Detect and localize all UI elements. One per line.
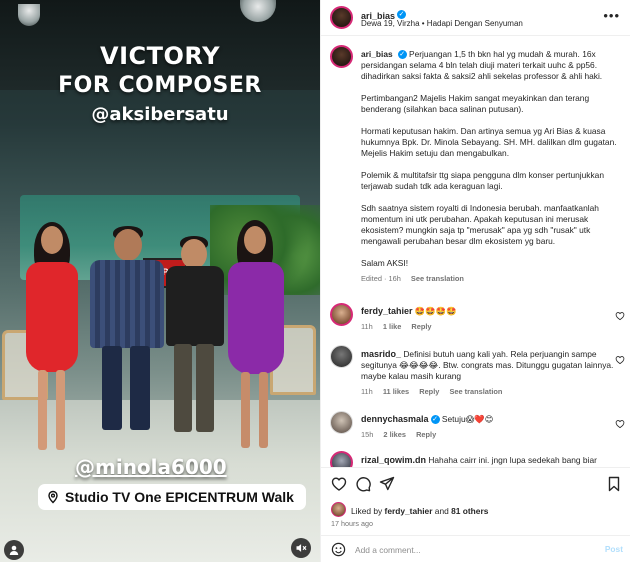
emoji-smiley-icon[interactable]	[331, 542, 346, 557]
heart-icon[interactable]	[615, 355, 625, 365]
liker-avatar[interactable]	[331, 502, 346, 517]
post-details-panel: ari_bias ✓ Dewa 19, Virzha • Hadapi Denga…	[320, 0, 630, 562]
media-mention-tag[interactable]: @aksibersatu	[0, 104, 320, 125]
post-comment-button[interactable]: Post	[605, 544, 623, 554]
user-icon	[9, 545, 19, 555]
comment-likes[interactable]: 1 like	[383, 322, 402, 331]
comment-username[interactable]: ferdy_tahier	[361, 306, 413, 316]
verified-badge-icon: ✓	[397, 10, 407, 20]
verified-badge-icon: ✓	[430, 415, 440, 425]
like-heart-icon[interactable]	[331, 476, 347, 492]
commenter-avatar[interactable]	[330, 451, 353, 467]
likes-summary: Liked by ferdy_tahier and 81 others	[351, 506, 488, 516]
mute-button[interactable]	[291, 538, 311, 558]
location-sticker[interactable]: Studio TV One EPICENTRUM Walk	[38, 484, 306, 510]
comment-time: 15h	[361, 430, 374, 439]
see-translation-link[interactable]: See translation	[411, 274, 464, 283]
comment-text: Setuju😱❤️😊	[441, 414, 494, 424]
post-timestamp[interactable]: 17 hours ago	[331, 519, 373, 528]
caption-paragraph: Sdh saatnya sistem royalti di Indonesia …	[361, 203, 599, 246]
add-comment-bar: Post	[321, 535, 630, 562]
comment-meta: 11h 1 like Reply	[361, 321, 616, 332]
comment-time: 11h	[361, 322, 373, 331]
comment-username[interactable]: dennychasmala	[361, 414, 429, 424]
likes-conjunction: and	[432, 506, 452, 516]
see-translation-link[interactable]: See translation	[449, 387, 502, 396]
caption-paragraph: Pertimbangan2 Majelis Hakim sangat meyak…	[361, 93, 590, 114]
comment-likes[interactable]: 11 likes	[383, 387, 409, 396]
post-media[interactable]: APA VICTORY FOR COMPOSER @aksibersatu @m…	[0, 0, 320, 562]
comment-likes[interactable]: 2 likes	[383, 430, 406, 439]
liked-by-username[interactable]: ferdy_tahier	[385, 506, 433, 516]
commenter-avatar[interactable]	[330, 411, 353, 434]
comment-username[interactable]: rizal_qowim.dn	[361, 455, 426, 465]
caption-meta: Edited · 16h See translation	[361, 273, 619, 284]
comment-text: Hahaha cairr ini. jngn lupa sedekah bang…	[428, 455, 597, 465]
heart-icon[interactable]	[615, 419, 625, 429]
media-mention-tag[interactable]: @minola6000	[75, 455, 227, 479]
comments-scroll-area[interactable]: ari_bias ✓ Perjuangan 1,5 th bkn hal yg m…	[321, 37, 630, 467]
caption-paragraph: Hormati keputusan hakim. Dan artinya sem…	[361, 126, 617, 158]
likes-others-link[interactable]: 81 others	[451, 506, 488, 516]
reply-link[interactable]: Reply	[416, 430, 436, 439]
tagged-users-button[interactable]	[4, 540, 24, 560]
commenter-avatar[interactable]	[330, 345, 353, 368]
comment-time: 11h	[361, 387, 373, 396]
post-header: ari_bias ✓ Dewa 19, Virzha • Hadapi Denga…	[321, 0, 630, 36]
comment-item: rizal_qowim.dn Hahaha cairr ini. jngn lu…	[361, 455, 616, 466]
more-options-icon[interactable]: •••	[603, 9, 620, 22]
location-label: Studio TV One EPICENTRUM Walk	[65, 489, 294, 505]
post-caption: ari_bias ✓ Perjuangan 1,5 th bkn hal yg m…	[361, 49, 619, 284]
share-paper-plane-icon[interactable]	[379, 476, 395, 492]
studio-spotlight	[18, 4, 40, 26]
comment-bubble-icon[interactable]	[355, 476, 371, 492]
likes-prefix: Liked by	[351, 506, 385, 516]
comment-item: dennychasmala ✓ Setuju😱❤️😊 15h 2 likes Re…	[361, 414, 616, 440]
location-pin-icon	[48, 490, 58, 504]
comment-meta: 11h 11 likes Reply See translation	[361, 386, 616, 397]
caption-username[interactable]: ari_bias	[361, 49, 393, 59]
media-headline: FOR COMPOSER	[58, 73, 262, 98]
media-headline: VICTORY	[100, 42, 220, 70]
studio-floor	[0, 400, 320, 562]
author-avatar[interactable]	[330, 6, 353, 29]
comment-input[interactable]	[355, 542, 575, 557]
comment-meta: 15h 2 likes Reply	[361, 429, 616, 440]
caption-paragraph: Salam AKSI!	[361, 258, 409, 268]
comment-username[interactable]: masrido_	[361, 349, 401, 359]
caption-paragraph: Polemik & multitafsir ttg siapa pengguna…	[361, 170, 605, 191]
reply-link[interactable]: Reply	[419, 387, 439, 396]
edited-timestamp: Edited · 16h	[361, 274, 401, 283]
comment-item: ferdy_tahier 🤩🤩🤩🤩 11h 1 like Reply	[361, 306, 616, 332]
audio-subline[interactable]: Dewa 19, Virzha • Hadapi Dengan Senyuman	[361, 19, 523, 28]
post-actions-bar: Liked by ferdy_tahier and 81 others 17 h…	[321, 467, 630, 528]
comment-text: 🤩🤩🤩🤩	[414, 306, 457, 316]
heart-icon[interactable]	[615, 311, 625, 321]
caption-author-avatar[interactable]	[330, 45, 353, 68]
reply-link[interactable]: Reply	[411, 322, 431, 331]
save-bookmark-icon[interactable]	[606, 476, 622, 492]
commenter-avatar[interactable]	[330, 303, 353, 326]
comment-item: masrido_ Definisi butuh uang kali yah. R…	[361, 349, 616, 397]
speaker-muted-icon	[296, 544, 307, 552]
verified-badge-icon: ✓	[397, 50, 407, 60]
